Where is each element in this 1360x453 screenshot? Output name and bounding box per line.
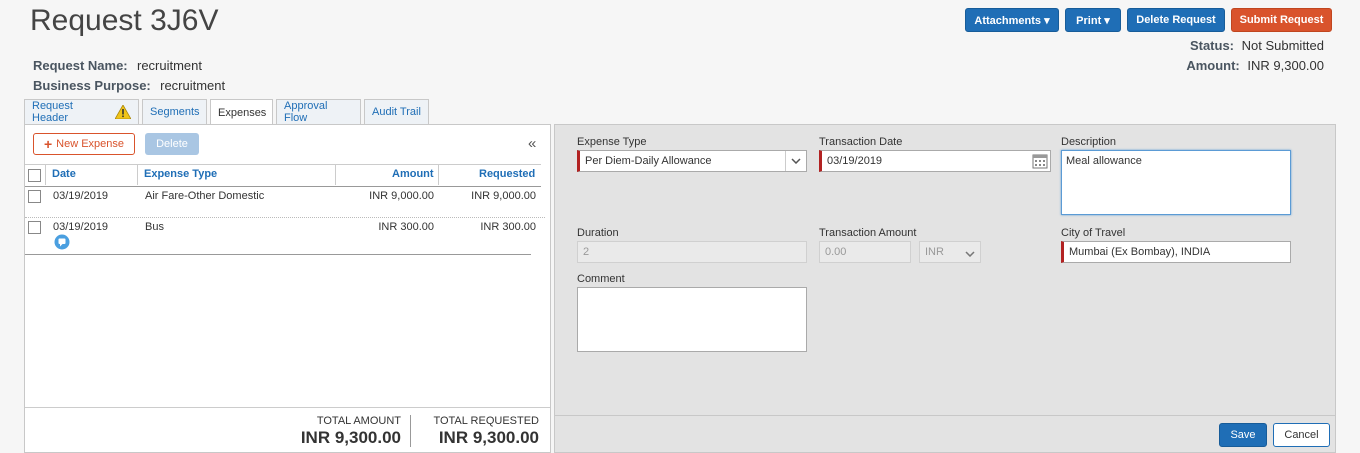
tab-request-header[interactable]: Request Header — [24, 99, 139, 124]
new-expense-label: New Expense — [56, 138, 125, 150]
total-amount-label: TOTAL AMOUNT — [316, 415, 401, 427]
description-textarea[interactable]: Meal allowance — [1061, 150, 1291, 215]
cancel-button[interactable]: Cancel — [1273, 423, 1330, 447]
comment-icon[interactable] — [54, 234, 70, 250]
status-label: Status: — [1189, 38, 1234, 53]
status-row: Status: Not Submitted — [1190, 38, 1324, 53]
business-purpose-value: recruitment — [160, 78, 226, 93]
currency-value: INR — [925, 246, 944, 258]
duration-label: Duration — [577, 227, 619, 239]
request-name-value: recruitment — [136, 58, 203, 73]
column-header-expense-type[interactable]: Expense Type — [144, 168, 217, 180]
expense-type-label: Expense Type — [577, 136, 647, 148]
row-checkbox[interactable] — [28, 221, 41, 234]
row-date: 03/19/2019 — [53, 221, 109, 233]
row-requested: INR 300.00 — [480, 221, 536, 233]
transaction-date-input[interactable]: 03/19/2019 — [819, 150, 1051, 172]
chevron-down-icon — [785, 151, 806, 171]
city-of-travel-label: City of Travel — [1061, 227, 1126, 239]
row-expense-type: Air Fare-Other Domestic — [145, 190, 265, 202]
amount-label: Amount: — [1186, 58, 1240, 73]
business-purpose-row: Business Purpose: recruitment — [33, 78, 225, 93]
attachments-button[interactable]: Attachments ▾ — [965, 8, 1059, 32]
plus-icon: + — [43, 136, 53, 152]
expense-form-panel: Expense Type Per Diem-Daily Allowance Tr… — [554, 124, 1336, 453]
total-requested-label: TOTAL REQUESTED — [433, 415, 539, 427]
row-date: 03/19/2019 — [53, 190, 109, 202]
status-value: Not Submitted — [1241, 38, 1324, 53]
currency-select[interactable]: INR — [919, 241, 981, 263]
column-header-requested[interactable]: Requested — [479, 168, 535, 180]
row-amount: INR 9,000.00 — [369, 190, 434, 202]
total-requested-value: INR 9,300.00 — [438, 428, 539, 447]
business-purpose-label: Business Purpose: — [33, 78, 151, 93]
description-label: Description — [1061, 136, 1117, 148]
chevron-down-icon — [965, 248, 975, 260]
column-header-amount[interactable]: Amount — [392, 168, 434, 180]
tab-approval-flow[interactable]: Approval Flow — [276, 99, 361, 124]
page-title: Request 3J6V — [30, 4, 219, 37]
table-header — [25, 164, 541, 187]
tab-label: Request Header — [32, 100, 73, 124]
tab-segments[interactable]: Segments — [142, 99, 207, 124]
city-of-travel-input[interactable]: Mumbai (Ex Bombay), INDIA — [1061, 241, 1291, 263]
transaction-date-label: Transaction Date — [819, 136, 903, 148]
amount-value: INR 9,300.00 — [1247, 58, 1324, 73]
comment-label: Comment — [577, 273, 625, 285]
warning-icon — [114, 104, 132, 120]
transaction-amount-label: Transaction Amount — [819, 227, 917, 239]
new-expense-button[interactable]: + New Expense — [33, 133, 135, 155]
comment-textarea[interactable] — [577, 287, 807, 352]
column-header-date[interactable]: Date — [52, 168, 76, 180]
total-amount-value: INR 9,300.00 — [300, 428, 401, 447]
row-amount: INR 300.00 — [378, 221, 434, 233]
transaction-date-value: 03/19/2019 — [827, 155, 883, 167]
request-name-label: Request Name: — [33, 58, 128, 73]
select-all-checkbox[interactable] — [28, 169, 41, 182]
tab-expenses[interactable]: Expenses — [210, 99, 273, 126]
amount-row: Amount: INR 9,300.00 — [1186, 58, 1324, 73]
save-button[interactable]: Save — [1219, 423, 1267, 447]
expense-type-select[interactable]: Per Diem-Daily Allowance — [577, 150, 807, 172]
calendar-icon[interactable] — [1032, 153, 1048, 169]
row-expense-type: Bus — [145, 221, 164, 233]
tab-audit-trail[interactable]: Audit Trail — [364, 99, 429, 124]
collapse-icon[interactable]: « — [528, 135, 536, 152]
expense-list-panel: + New Expense Delete « Date Expense Type… — [24, 124, 551, 453]
print-button[interactable]: Print ▾ — [1065, 8, 1121, 32]
duration-input[interactable]: 2 — [577, 241, 807, 263]
request-name-row: Request Name: recruitment — [33, 58, 202, 73]
expense-type-value: Per Diem-Daily Allowance — [585, 155, 712, 167]
row-checkbox[interactable] — [28, 190, 41, 203]
delete-request-button[interactable]: Delete Request — [1127, 8, 1225, 32]
row-requested: INR 9,000.00 — [471, 190, 536, 202]
transaction-amount-input[interactable]: 0.00 — [819, 241, 911, 263]
submit-request-button[interactable]: Submit Request — [1231, 8, 1332, 32]
delete-expense-button[interactable]: Delete — [145, 133, 199, 155]
